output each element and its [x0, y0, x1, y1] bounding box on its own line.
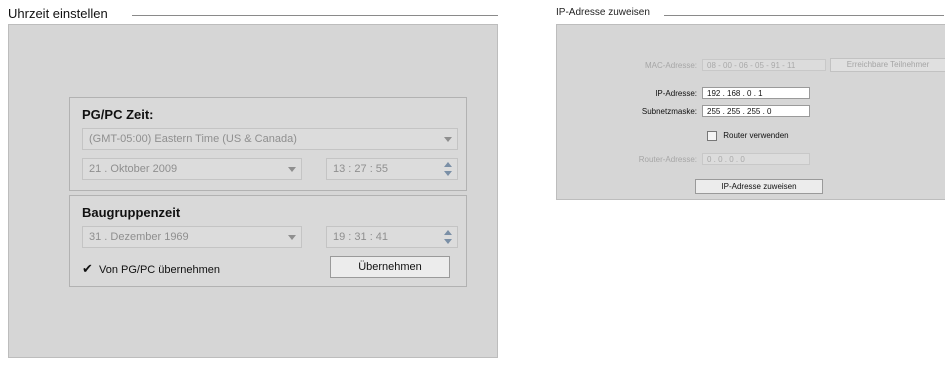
ip-address-field[interactable]: 192 . 168 . 0 . 1	[702, 87, 810, 99]
checkbox-icon[interactable]	[707, 131, 717, 141]
module-time-spinner[interactable]: 19 : 31 : 41	[326, 226, 458, 248]
router-address-field: 0 . 0 . 0 . 0	[702, 153, 810, 165]
subnet-mask-field[interactable]: 255 . 255 . 255 . 0	[702, 105, 810, 117]
chevron-down-icon[interactable]	[444, 137, 452, 142]
ip-address-label: IP-Adresse:	[655, 89, 697, 98]
pgpc-time-spinner[interactable]: 13 : 27 : 55	[326, 158, 458, 180]
module-date-dropdown[interactable]: 31 . Dezember 1969	[82, 226, 302, 248]
timezone-value: (GMT-05:00) Eastern Time (US & Canada)	[89, 133, 297, 145]
pgpc-time-value: 13 : 27 : 55	[333, 163, 389, 175]
timezone-dropdown[interactable]: (GMT-05:00) Eastern Time (US & Canada)	[82, 128, 458, 150]
use-router-checkbox[interactable]: Router verwenden	[707, 131, 789, 141]
assign-ip-button[interactable]: IP-Adresse zuweisen	[695, 179, 823, 194]
module-time-value: 19 : 31 : 41	[333, 231, 389, 243]
apply-button[interactable]: Übernehmen	[330, 256, 450, 278]
router-address-label: Router-Adresse:	[638, 155, 697, 164]
checkmark-icon[interactable]: ✔	[82, 261, 93, 276]
mac-address-label: MAC-Adresse:	[644, 61, 697, 70]
pgpc-time-group: PG/PC Zeit: (GMT-05:00) Eastern Time (US…	[69, 97, 467, 191]
ip-panel-title: IP-Adresse zuweisen	[556, 7, 654, 18]
pgpc-date-dropdown[interactable]: 21 . Oktober 2009	[82, 158, 302, 180]
module-time-heading: Baugruppenzeit	[82, 205, 181, 220]
take-from-pgpc-checkbox[interactable]: ✔ Von PG/PC übernehmen	[82, 261, 220, 277]
spinner-arrows-icon[interactable]	[444, 162, 453, 176]
pgpc-date-value: 21 . Oktober 2009	[89, 163, 178, 175]
use-router-label: Router verwenden	[723, 131, 789, 141]
spinner-arrows-icon[interactable]	[444, 230, 453, 244]
pgpc-time-heading: PG/PC Zeit:	[82, 107, 154, 122]
reachable-devices-button[interactable]: Erreichbare Teilnehmer	[830, 58, 945, 72]
time-panel-title: Uhrzeit einstellen	[8, 6, 112, 21]
chevron-down-icon[interactable]	[288, 167, 296, 172]
module-date-value: 31 . Dezember 1969	[89, 231, 189, 243]
title-divider	[132, 15, 498, 16]
chevron-down-icon[interactable]	[288, 235, 296, 240]
time-settings-panel: PG/PC Zeit: (GMT-05:00) Eastern Time (US…	[8, 24, 498, 358]
subnet-mask-label: Subnetzmaske:	[641, 107, 697, 116]
title-divider	[664, 15, 944, 16]
ip-assign-panel: MAC-Adresse: 08 - 00 - 06 - 05 - 91 - 11…	[556, 24, 945, 200]
take-from-pgpc-label: Von PG/PC übernehmen	[98, 264, 221, 276]
module-time-group: Baugruppenzeit 31 . Dezember 1969 19 : 3…	[69, 195, 467, 287]
mac-address-field: 08 - 00 - 06 - 05 - 91 - 11	[702, 59, 826, 71]
